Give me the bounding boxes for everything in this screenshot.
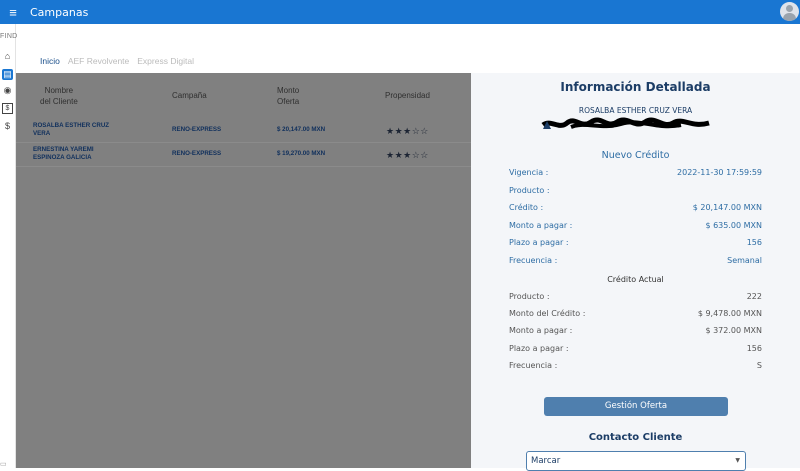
gestion-oferta-button[interactable]: Gestión Oferta [544,397,728,416]
client-table-overlay[interactable]: Nombre del Cliente Campaña Monto Oferta … [16,73,471,468]
new-credit-heading: Nuevo Crédito [601,150,670,161]
contact-heading: Contacto Cliente [588,432,683,443]
current-credit-monto-pagar: Monto a pagar : $ 372.00 MXN [509,326,762,335]
header-amount: Monto Oferta [277,86,300,106]
top-app-bar: ≡ Campanas [0,0,800,24]
new-credit-vigencia: Vigencia :2022-11-30 17:59:59 [509,168,762,177]
new-credit-producto: Producto : [509,186,550,195]
home-icon[interactable]: ⌂ [2,51,13,62]
account-icon[interactable] [780,2,799,21]
contact-select-value: Marcar [531,456,561,466]
row-client: ROSALBA ESTHER CRUZ VERA [33,122,110,137]
dollar-icon[interactable]: $ [2,121,13,132]
current-credit-monto: Monto del Crédito : $ 9,478.00 MXN [509,309,762,318]
row-propensity-stars: ★★★☆☆ [386,150,429,160]
header-client: Nombre del Cliente [40,86,78,106]
row-amount: $ 19,270.00 MXN [277,150,326,157]
current-credit-producto: Producto :222 [509,292,762,301]
sidebar: FIND ⌂ ▤ ◉ $ $ ▭ [0,24,18,468]
detail-title: Información Detallada [560,80,711,94]
tab-express-digital[interactable]: Express Digital [137,56,194,66]
target-icon[interactable]: ◉ [2,85,13,96]
table-row[interactable]: ROSALBA ESTHER CRUZ VERA RENO-EXPRESS $ … [16,119,471,143]
find-label: FIND [0,33,18,40]
header-campaign: Campaña [172,91,207,100]
current-credit-frecuencia: Frecuencia :S [509,361,762,370]
row-campaign: RENO-EXPRESS [172,150,222,157]
redaction-scribble [541,117,710,129]
sidebar-collapse-icon[interactable]: ▭ [0,460,7,468]
row-campaign: RENO-EXPRESS [172,126,222,133]
row-amount: $ 20,147.00 MXN [277,126,326,133]
detail-panel: Información Detallada ROSALBA ESTHER CRU… [471,73,800,471]
chevron-down-icon: ▼ [735,457,740,464]
table-header: Nombre del Cliente Campaña Monto Oferta … [16,73,471,119]
tab-aef-revolvente[interactable]: AEF Revolvente [68,56,129,66]
app-title: Campanas [30,5,89,19]
client-name: ROSALBA ESTHER CRUZ VERA [578,106,693,115]
row-propensity-stars: ★★★☆☆ [386,126,429,136]
contact-select[interactable]: Marcar ▼ [526,451,746,471]
new-credit-credito: Crédito : $ 20,147.00 MXN [509,203,762,212]
new-credit-monto-pagar: Monto a pagar : $ 635.00 MXN [509,221,762,230]
cash-icon[interactable]: $ [2,103,13,114]
current-credit-heading: Crédito Actual [607,275,664,284]
menu-icon[interactable]: ≡ [2,5,24,20]
tab-inicio[interactable]: Inicio [40,56,60,66]
row-client: ERNESTINA YAREMI ESPINOZA GALICIA [33,146,94,161]
header-propensity: Propensidad [385,91,430,100]
campaign-tabs: Inicio AEF Revolvente Express Digital [40,56,194,66]
table-row[interactable]: ERNESTINA YAREMI ESPINOZA GALICIA RENO-E… [16,143,471,167]
current-credit-plazo: Plazo a pagar :156 [509,344,762,353]
new-credit-frecuencia: Frecuencia : Semanal [509,256,762,265]
new-credit-plazo: Plazo a pagar :156 [509,238,762,247]
card-icon[interactable]: ▤ [2,69,13,80]
